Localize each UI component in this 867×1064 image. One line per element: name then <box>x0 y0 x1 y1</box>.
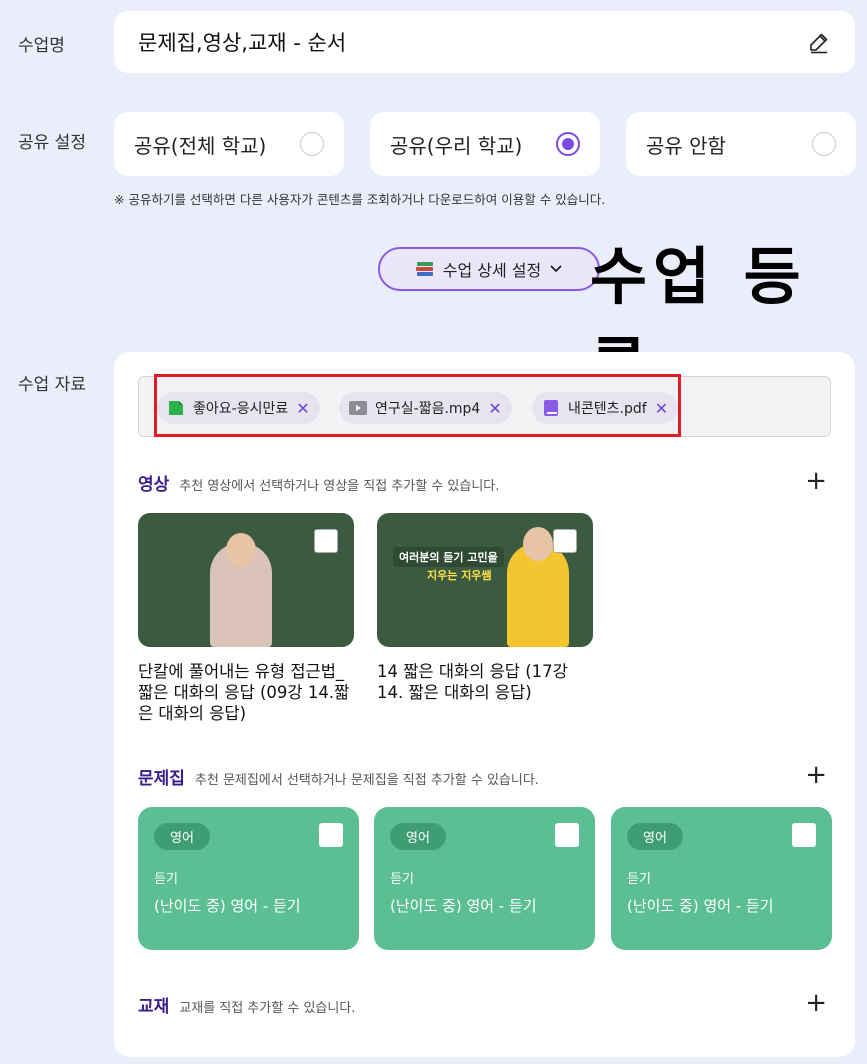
teacher-head <box>226 533 256 567</box>
video-thumbnail[interactable] <box>138 513 354 647</box>
workbook-section-desc: 추천 문제집에서 선택하거나 문제집을 직접 추가할 수 있습니다. <box>194 773 539 788</box>
add-video-button[interactable]: + <box>805 468 827 494</box>
workbook-name: (난이도 중) 영어 - 듣기 <box>390 897 537 915</box>
video-title: 14 짧은 대화의 응답 (17강 14. 짧은 대화의 응답) <box>377 662 568 703</box>
edit-pencil-icon[interactable] <box>807 30 831 54</box>
add-textbook-button[interactable]: + <box>805 990 827 1016</box>
video-select-checkbox[interactable] <box>553 529 577 553</box>
books-icon <box>415 262 433 276</box>
share-option-our-school[interactable]: 공유(우리 학교) <box>370 112 600 176</box>
radio-button[interactable] <box>300 132 324 156</box>
workbook-section-header: 문제집 추천 문제집에서 선택하거나 문제집을 직접 추가할 수 있습니다. <box>138 764 539 789</box>
subject-badge: 영어 <box>627 823 683 850</box>
workbook-category: 듣기 <box>390 872 414 887</box>
materials-label: 수업 자료 <box>18 375 86 395</box>
share-option-none[interactable]: 공유 안함 <box>626 112 856 176</box>
video-card[interactable]: 여러분의 듣기 고민을 지우는 지우쌤 14 짧은 대화의 응답 (17강 14… <box>377 513 593 703</box>
video-section-desc: 추천 영상에서 선택하거나 영상을 직접 추가할 수 있습니다. <box>179 479 500 494</box>
board-caption: 여러분의 듣기 고민을 <box>393 547 504 567</box>
lesson-name-value: 문제집,영상,교재 - 순서 <box>138 31 347 55</box>
workbook-name: (난이도 중) 영어 - 듣기 <box>154 897 301 915</box>
video-section-header: 영상 추천 영상에서 선택하거나 영상을 직접 추가할 수 있습니다. <box>138 470 499 495</box>
textbook-section-title: 교재 <box>138 997 170 1017</box>
workbook-category: 듣기 <box>627 872 651 887</box>
chevron-down-icon <box>550 265 562 273</box>
detail-button-label: 수업 상세 설정 <box>442 261 542 280</box>
board-caption: 지우는 지우쌤 <box>427 569 492 582</box>
video-title: 단칼에 풀어내는 유형 접근법_ 짧은 대화의 응답 (09강 14.짧은 대화… <box>138 662 350 724</box>
workbook-select-checkbox[interactable] <box>319 823 343 847</box>
radio-button-selected[interactable] <box>556 132 580 156</box>
lesson-detail-settings-button[interactable]: 수업 상세 설정 <box>378 247 600 291</box>
lesson-name-label: 수업명 <box>18 36 65 56</box>
textbook-section-desc: 교재를 직접 추가할 수 있습니다. <box>179 1001 356 1016</box>
workbook-card[interactable]: 영어 듣기 (난이도 중) 영어 - 듣기 <box>374 807 595 950</box>
workbook-card[interactable]: 영어 듣기 (난이도 중) 영어 - 듣기 <box>138 807 359 950</box>
lesson-name-field[interactable]: 문제집,영상,교재 - 순서 <box>114 11 855 73</box>
video-section-title: 영상 <box>138 475 170 495</box>
video-thumbnail[interactable]: 여러분의 듣기 고민을 지우는 지우쌤 <box>377 513 593 647</box>
share-option-all-schools[interactable]: 공유(전체 학교) <box>114 112 344 176</box>
workbook-select-checkbox[interactable] <box>792 823 816 847</box>
share-settings-label: 공유 설정 <box>18 133 86 153</box>
video-card[interactable]: 단칼에 풀어내는 유형 접근법_ 짧은 대화의 응답 (09강 14.짧은 대화… <box>138 513 354 724</box>
subject-badge: 영어 <box>390 823 446 850</box>
subject-badge: 영어 <box>154 823 210 850</box>
workbook-name: (난이도 중) 영어 - 듣기 <box>627 897 774 915</box>
workbook-select-checkbox[interactable] <box>555 823 579 847</box>
textbook-section-header: 교재 교재를 직접 추가할 수 있습니다. <box>138 992 355 1017</box>
materials-panel: 좋아요-응시만료 ✕ 연구실-짧음.mp4 ✕ 내콘텐츠.pdf ✕ 영상 추천… <box>114 352 855 1057</box>
radio-button[interactable] <box>812 132 836 156</box>
share-note: ※ 공유하기를 선택하면 다른 사용자가 콘텐츠를 조회하거나 다운로드하여 이… <box>114 192 606 207</box>
workbook-section-title: 문제집 <box>138 769 185 789</box>
workbook-card[interactable]: 영어 듣기 (난이도 중) 영어 - 듣기 <box>611 807 832 950</box>
video-select-checkbox[interactable] <box>314 529 338 553</box>
add-workbook-button[interactable]: + <box>805 762 827 788</box>
share-option-label: 공유(우리 학교) <box>390 133 523 158</box>
highlight-box <box>154 374 681 437</box>
teacher-head <box>523 527 553 561</box>
share-option-label: 공유(전체 학교) <box>134 133 267 158</box>
workbook-category: 듣기 <box>154 872 178 887</box>
share-option-label: 공유 안함 <box>646 133 726 158</box>
